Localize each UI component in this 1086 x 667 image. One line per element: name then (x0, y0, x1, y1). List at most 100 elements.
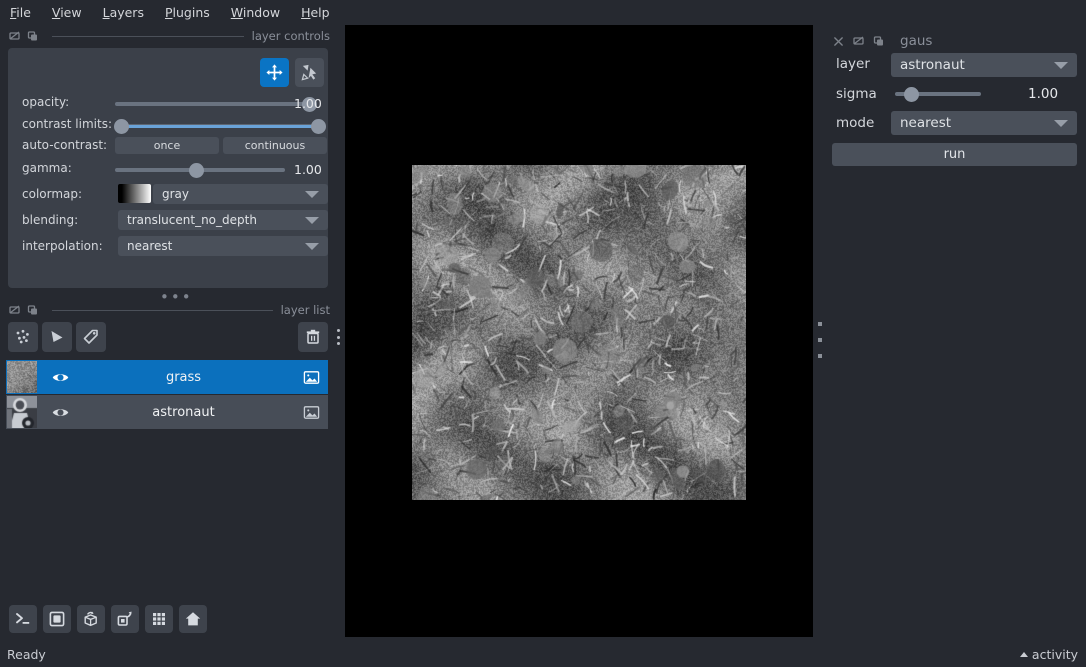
menu-plugins-rest: lugins (172, 4, 210, 20)
viewer-canvas[interactable] (345, 25, 813, 637)
shapes-icon (51, 331, 63, 342)
new-shapes-layer-button[interactable] (42, 322, 72, 352)
float-dock-icon[interactable] (8, 30, 21, 43)
contrast-limits-label: contrast limits: (22, 117, 112, 131)
float-dock-icon[interactable] (852, 35, 865, 48)
auto-contrast-once-button[interactable]: once (115, 137, 219, 154)
image-icon (303, 370, 319, 384)
grid-icon (153, 613, 165, 625)
opacity-track (115, 102, 315, 106)
plugin-mode-combo[interactable]: nearest (891, 111, 1077, 135)
plugin-sigma-value: 1.00 (1028, 86, 1059, 102)
status-bar: Ready activity (0, 643, 1086, 667)
new-labels-layer-button[interactable] (76, 322, 106, 352)
menu-file[interactable]: File (10, 3, 42, 22)
pan-zoom-mode-button[interactable] (260, 58, 289, 87)
gamma-handle[interactable] (189, 162, 205, 178)
colormap-label: colormap: (22, 187, 83, 201)
layer-row-astronaut[interactable]: astronaut (6, 395, 328, 429)
colormap-combo[interactable]: gray (153, 184, 328, 204)
ndisplay-toggle-button[interactable] (43, 605, 71, 633)
visibility-toggle-astronaut[interactable] (47, 403, 73, 422)
undock-icon[interactable] (26, 30, 39, 43)
gamma-value: 1.00 (294, 162, 322, 177)
plugin-sigma-handle[interactable] (903, 86, 919, 102)
plugin-dock-title: gaus (900, 33, 933, 49)
transform-mode-button[interactable] (295, 58, 324, 87)
console-button[interactable] (9, 605, 37, 633)
visibility-toggle-grass[interactable] (47, 368, 73, 387)
home-button[interactable] (179, 605, 207, 633)
menu-window-accel: W (230, 4, 243, 20)
dock-divider (52, 35, 244, 37)
auto-contrast-continuous-button[interactable]: continuous (223, 137, 327, 154)
menu-layers[interactable]: Layers (103, 3, 155, 22)
menu-file-rest: ile (16, 4, 31, 20)
layer-type-icon-astronaut (294, 404, 328, 421)
menu-plugins[interactable]: Plugins (165, 3, 221, 22)
transform-icon (301, 64, 317, 81)
plugin-sigma-slider[interactable] (895, 85, 981, 103)
plugin-dock-header: gaus (832, 33, 932, 49)
opacity-slider[interactable] (115, 95, 317, 113)
new-points-layer-button[interactable] (8, 322, 38, 352)
layer-type-icon-grass (294, 369, 328, 386)
square-2d-icon (49, 611, 65, 627)
menu-view-rest: iew (60, 4, 82, 20)
transpose-dims-button[interactable] (111, 605, 139, 633)
menu-bar: File View Layers Plugins Window Help (0, 0, 1086, 24)
menu-view[interactable]: View (52, 3, 93, 22)
delete-layer-button[interactable] (298, 322, 328, 352)
plugin-run-button[interactable]: run (832, 143, 1077, 166)
chevron-down-icon (305, 243, 319, 250)
undock-icon[interactable] (872, 35, 885, 48)
status-message: Ready (7, 647, 46, 662)
image-layer-grass (412, 165, 746, 500)
blending-combo[interactable]: translucent_no_depth (118, 210, 328, 230)
layer-name-grass: grass (165, 369, 202, 385)
layer-name-astronaut: astronaut (152, 404, 215, 420)
menu-plugins-accel: P (164, 4, 173, 20)
kebab-dot (336, 329, 340, 332)
canvas-right-splitter[interactable] (815, 322, 825, 358)
roll-cube-icon (84, 611, 97, 627)
blending-label: blending: (22, 213, 79, 227)
interpolation-label: interpolation: (22, 239, 103, 253)
roll-dims-button[interactable] (77, 605, 105, 633)
activity-button[interactable]: activity (1019, 647, 1078, 662)
menu-window[interactable]: Window (231, 3, 291, 22)
menu-help[interactable]: Help (301, 3, 341, 22)
plugin-sigma-row: sigma (836, 86, 891, 102)
blending-value: translucent_no_depth (127, 213, 257, 227)
eye-icon (52, 373, 68, 381)
interpolation-combo[interactable]: nearest (118, 236, 328, 256)
layer-row-grass[interactable]: grass (6, 360, 328, 394)
layer-thumbnail-astronaut (7, 396, 37, 428)
auto-contrast-row: auto-contrast: (22, 138, 114, 152)
splitter-dot (818, 354, 822, 358)
colormap-swatch (118, 184, 151, 203)
contrast-limits-low-handle[interactable] (113, 118, 129, 134)
contrast-limits-high-handle[interactable] (311, 118, 327, 134)
gamma-slider[interactable] (115, 161, 285, 179)
console-icon (16, 613, 30, 624)
grid-view-button[interactable] (145, 605, 173, 633)
chevron-down-icon (305, 191, 319, 198)
interpolation-value: nearest (127, 239, 173, 253)
kebab-dot (336, 335, 340, 339)
layer-list-menu-button[interactable] (332, 329, 344, 345)
plugin-layer-combo[interactable]: astronaut (891, 53, 1077, 77)
napari-window: File View Layers Plugins Window Help lay… (0, 0, 1086, 667)
chevron-down-icon (305, 217, 319, 224)
menu-layers-accel: L (102, 4, 110, 20)
undock-icon[interactable] (26, 304, 39, 317)
float-dock-icon[interactable] (8, 304, 21, 317)
kebab-dot (336, 342, 340, 345)
chevron-down-icon (1054, 120, 1068, 127)
opacity-row: opacity: (22, 95, 114, 109)
close-icon[interactable] (832, 35, 845, 48)
eye-icon (52, 408, 68, 416)
plugin-mode-value: nearest (900, 115, 952, 131)
contrast-limits-slider[interactable] (113, 117, 327, 135)
layer-controls-panel: opacity: 1.00 contrast limits: auto-cont… (8, 48, 328, 288)
